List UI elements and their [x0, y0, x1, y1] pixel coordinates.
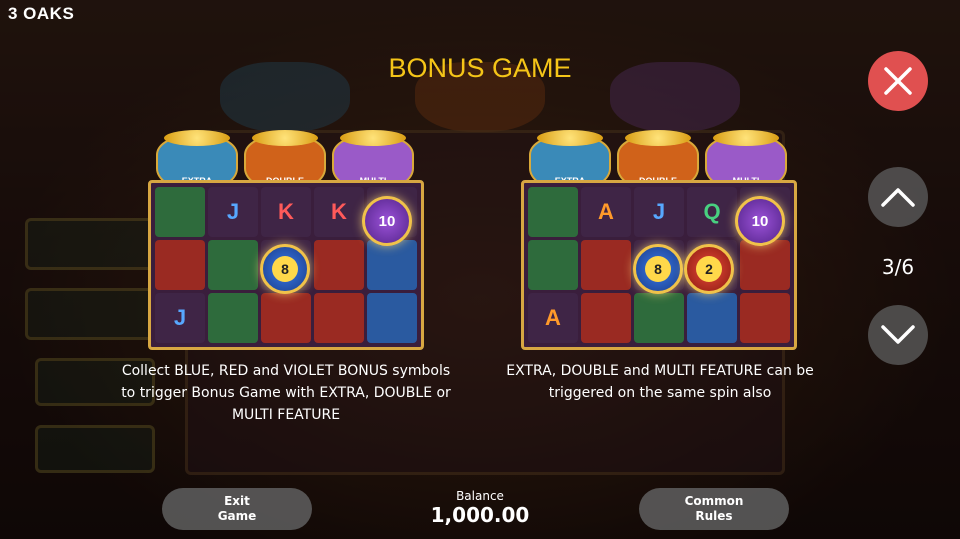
tiger-symbol	[314, 293, 364, 343]
coin-value: 8	[272, 256, 298, 282]
description-left: Collect BLUE, RED and VIOLET BONUS symbo…	[121, 363, 451, 423]
tiger-symbol	[314, 240, 364, 290]
turtle-symbol	[740, 240, 790, 290]
tiger-symbol	[581, 240, 631, 290]
violet-bonus-coin: 10	[362, 196, 412, 246]
gold-coins	[625, 130, 691, 146]
next-page-button[interactable]	[868, 305, 928, 365]
gold-coins	[713, 130, 779, 146]
money-tree-symbol	[528, 240, 578, 290]
close-icon	[884, 67, 912, 95]
coin-value: 8	[645, 256, 671, 282]
exit-game-button[interactable]: Exit Game	[162, 488, 312, 530]
gold-coins	[252, 130, 318, 146]
common-rules-button[interactable]: Common Rules	[639, 488, 789, 530]
turtle-symbol	[261, 293, 311, 343]
example-panel-left: EXTRA DOUBLE MULTI J K K J 10 8	[148, 130, 424, 350]
symbol-q: Q	[687, 187, 737, 237]
chevron-down-icon	[881, 325, 915, 344]
coin-value: 2	[696, 256, 722, 282]
page-title: BONUS GAME	[388, 53, 572, 83]
symbol-j: J	[634, 187, 684, 237]
chevron-up-icon	[881, 188, 915, 207]
gold-ingot-symbol	[367, 293, 417, 343]
page-indicator: 3/6	[881, 255, 915, 279]
gold-coins	[340, 130, 406, 146]
symbol-k: K	[261, 187, 311, 237]
balance-value: 1,000.00	[430, 503, 530, 527]
blue-bonus-coin: 8	[633, 244, 683, 294]
symbol-j: J	[208, 187, 258, 237]
brand-logo: 3 OAKS	[8, 4, 75, 23]
gold-coins	[164, 130, 230, 146]
dragon-symbol	[528, 187, 578, 237]
previous-page-button[interactable]	[868, 167, 928, 227]
tiger-symbol	[581, 293, 631, 343]
gold-ingot-symbol	[367, 240, 417, 290]
symbol-k: K	[314, 187, 364, 237]
turtle-symbol	[155, 240, 205, 290]
gold-ingot-symbol	[687, 293, 737, 343]
money-tree-symbol	[634, 293, 684, 343]
description-right: EXTRA, DOUBLE and MULTI FEATURE can be t…	[506, 363, 814, 401]
red-bonus-coin: 2	[684, 244, 734, 294]
symbol-a: A	[528, 293, 578, 343]
blue-bonus-coin: 8	[260, 244, 310, 294]
violet-bonus-coin: 10	[735, 196, 785, 246]
symbol-j: J	[155, 293, 205, 343]
close-button[interactable]	[868, 51, 928, 111]
money-tree-symbol	[208, 293, 258, 343]
money-tree-symbol	[208, 240, 258, 290]
balance-label: Balance	[456, 489, 504, 503]
example-panel-right: EXTRA DOUBLE MULTI A J Q A 10 8 2	[521, 130, 797, 350]
dragon-symbol	[155, 187, 205, 237]
symbol-a: A	[581, 187, 631, 237]
turtle-symbol	[740, 293, 790, 343]
gold-coins	[537, 130, 603, 146]
